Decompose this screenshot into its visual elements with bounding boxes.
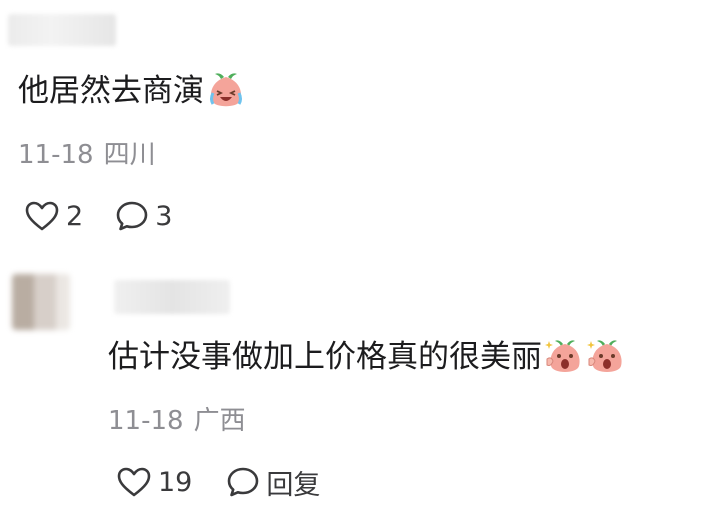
comment-body: 估计没事做加上价格真的很美丽 <box>108 336 626 378</box>
like-button[interactable]: 19 <box>116 466 192 498</box>
like-button[interactable]: 2 <box>24 200 83 232</box>
shocked-peach-emoji <box>545 340 580 372</box>
reply-label: 回复 <box>266 469 321 501</box>
comment-date: 11-18 <box>108 406 184 436</box>
comment-bubble-icon <box>116 201 148 231</box>
reply-button[interactable]: 回复 <box>226 463 320 502</box>
comment-body: 他居然去商演 <box>18 70 246 112</box>
comment-location: 四川 <box>103 140 156 170</box>
shocked-peach-emoji <box>587 340 622 372</box>
comment-meta: 11-18 四川 <box>18 138 156 172</box>
comment-text: 他居然去商演 <box>18 73 204 109</box>
comment-text: 估计没事做加上价格真的很美丽 <box>108 339 542 375</box>
comment-thread: 他居然去商演 11-18 四川 2 3 估计没事做加上价格真的很美丽 11-18… <box>0 0 714 520</box>
comment-actions: 2 3 <box>24 196 172 236</box>
comment-bubble-icon <box>228 467 259 497</box>
username-blurred[interactable] <box>8 14 116 46</box>
avatar-blurred[interactable] <box>12 274 70 330</box>
username-blurred[interactable] <box>114 280 230 314</box>
reply-count: 3 <box>155 200 173 232</box>
heart-icon <box>117 467 151 497</box>
like-count: 2 <box>66 200 84 232</box>
like-count: 19 <box>158 466 193 498</box>
crying-laughing-peach-emoji <box>210 73 242 107</box>
comment-actions: 19 回复 <box>116 462 320 502</box>
comment-meta: 11-18 广西 <box>108 404 246 438</box>
comment-location: 广西 <box>193 406 246 436</box>
reply-button[interactable]: 3 <box>115 199 172 233</box>
comment-date: 11-18 <box>18 140 94 170</box>
heart-icon <box>25 201 59 231</box>
